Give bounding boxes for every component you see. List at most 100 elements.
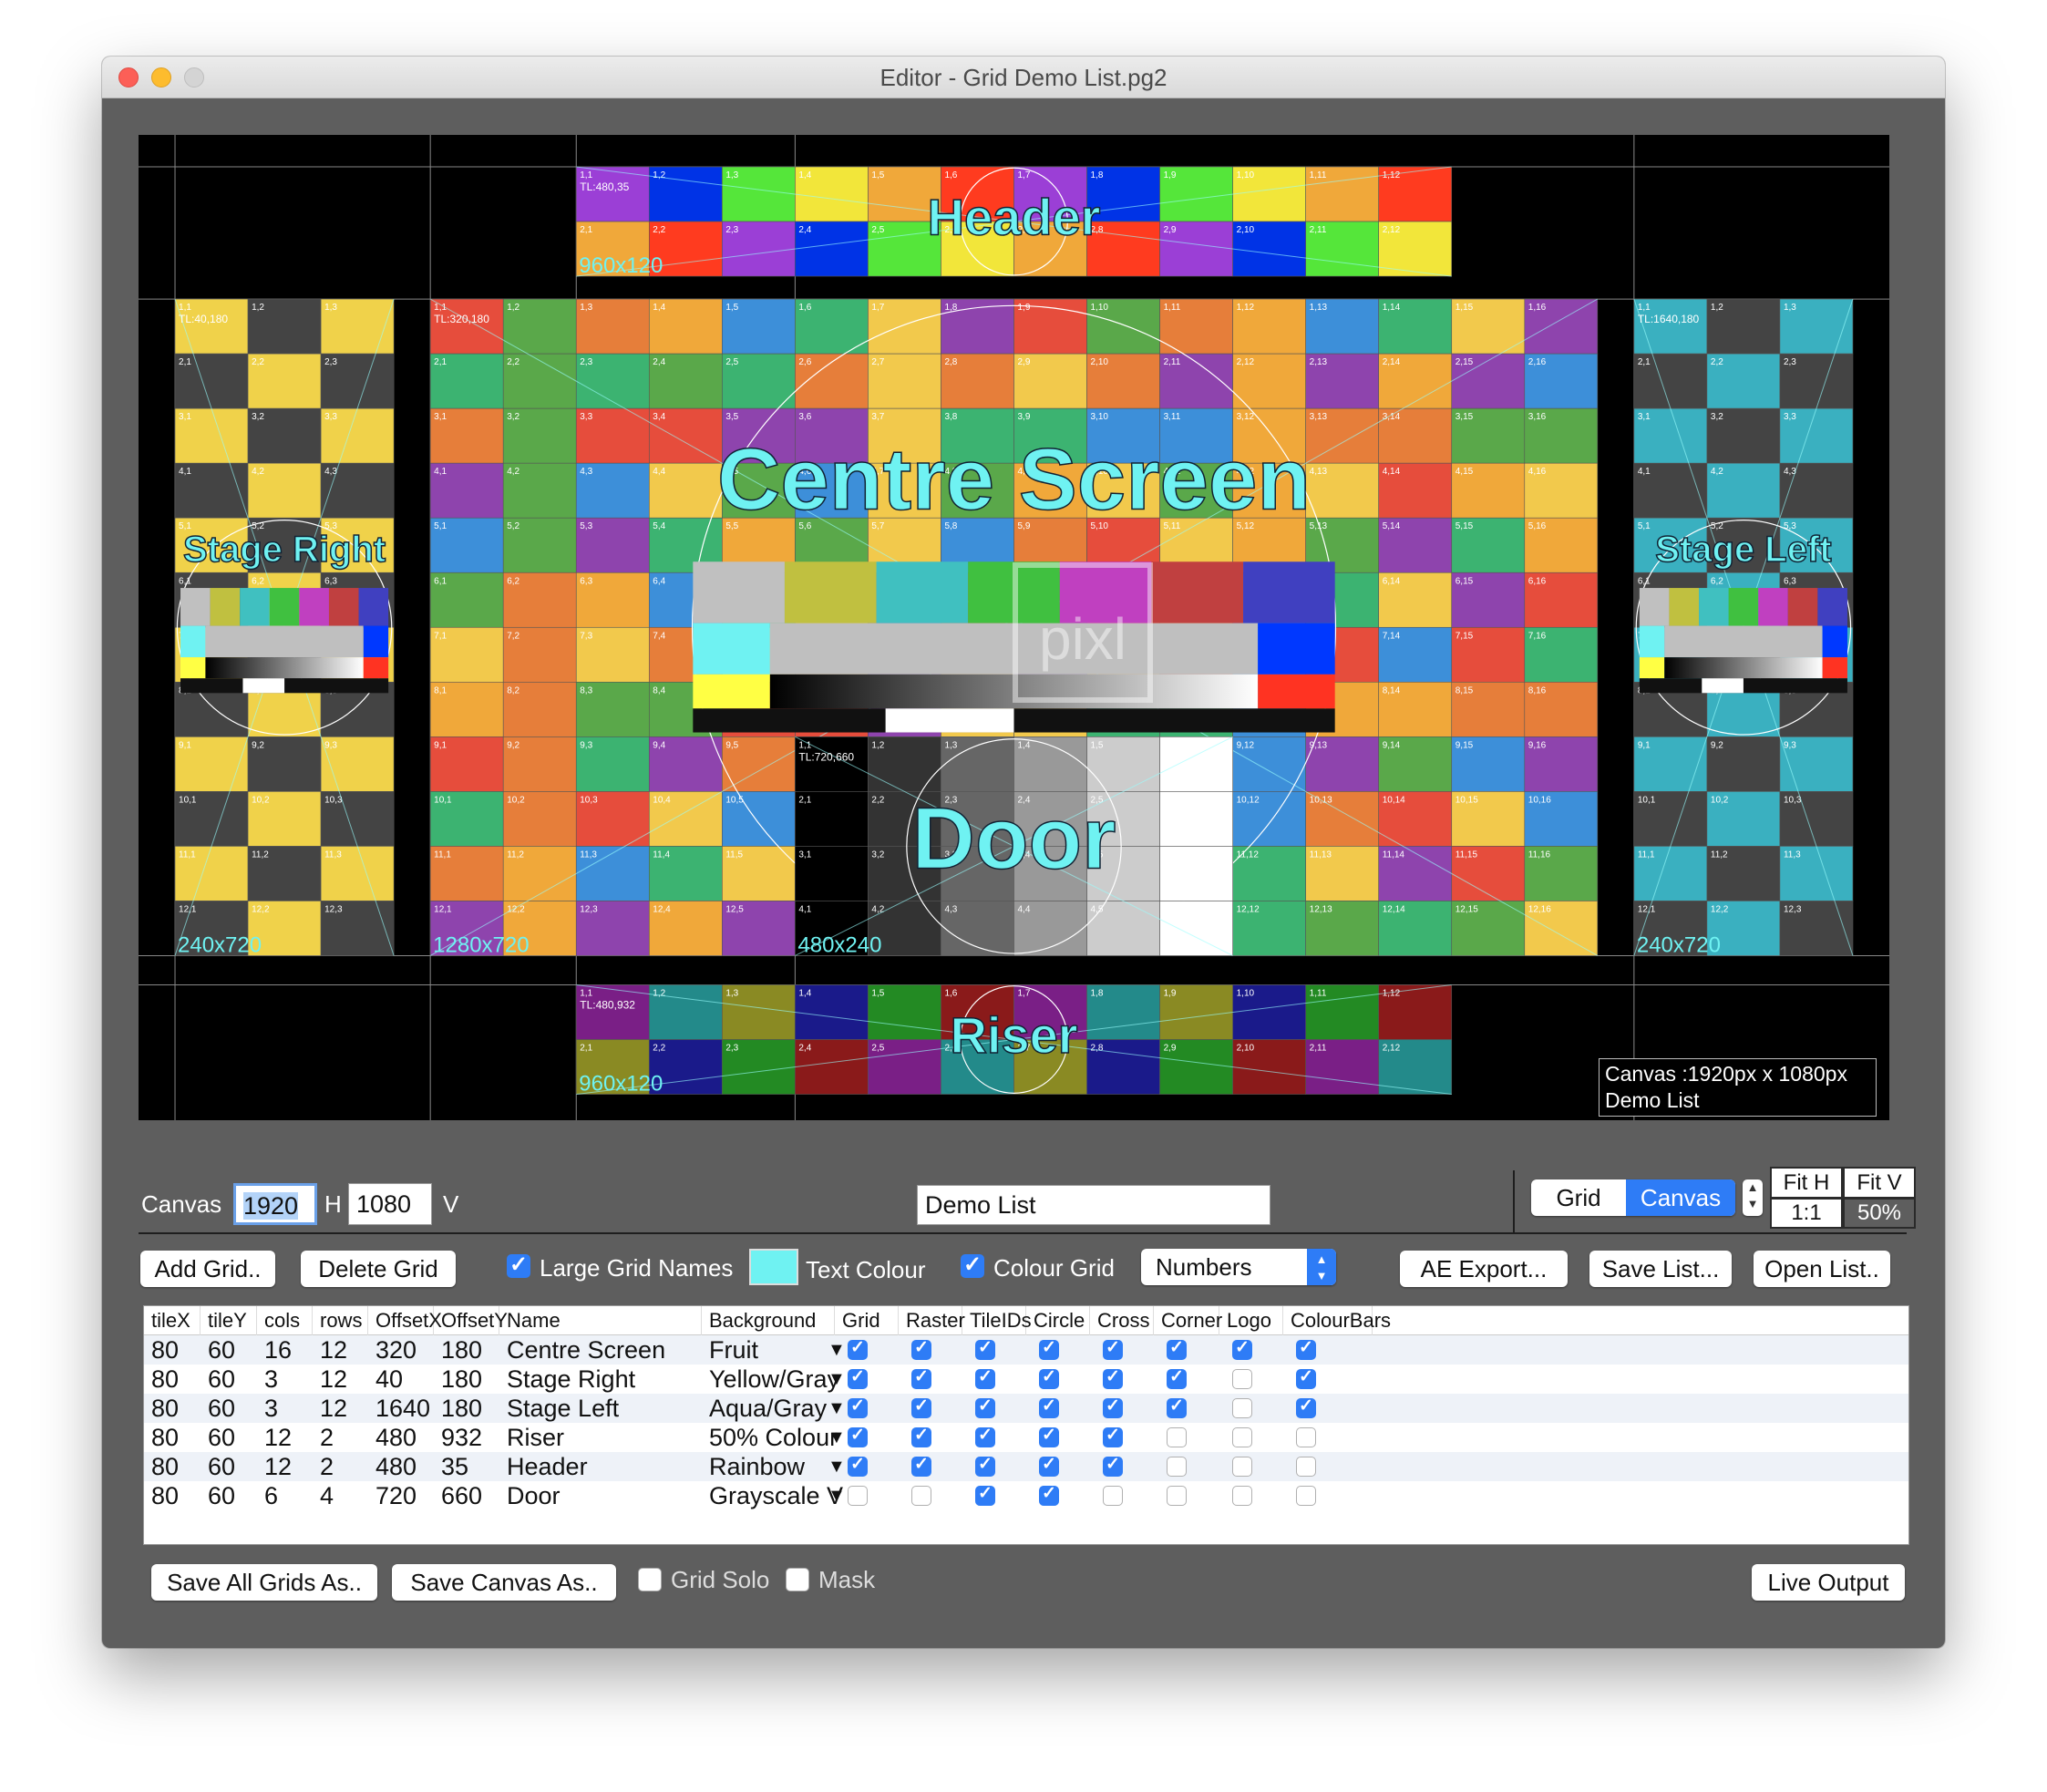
list-name-field[interactable]: Demo List	[917, 1185, 1270, 1225]
checkbox-circle[interactable]	[1039, 1425, 1059, 1447]
checkbox-grid[interactable]	[848, 1337, 868, 1360]
checkbox-raster[interactable]	[911, 1486, 931, 1506]
background-dropdown-icon[interactable]: ▼	[828, 1481, 846, 1510]
checkbox-raster[interactable]	[911, 1395, 931, 1418]
background-dropdown-icon[interactable]: ▼	[828, 1452, 846, 1481]
zoom-1-1-button[interactable]: 1:1	[1772, 1200, 1841, 1227]
checkbox-tileids[interactable]	[975, 1395, 995, 1418]
checkbox-grid[interactable]	[848, 1425, 868, 1447]
mask-checkbox[interactable]	[786, 1568, 809, 1591]
checkbox-logo[interactable]	[1232, 1457, 1252, 1477]
checkbox-cross[interactable]	[1103, 1425, 1123, 1447]
checkbox-colourbars[interactable]	[1296, 1366, 1316, 1389]
checkbox-corner[interactable]	[1167, 1486, 1187, 1506]
seg-canvas[interactable]: Canvas	[1626, 1179, 1735, 1216]
background-dropdown-icon[interactable]: ▼	[828, 1394, 846, 1423]
checkbox-tileids[interactable]	[975, 1425, 995, 1447]
screen-stage-right[interactable]: 1,1 1,2 1,32,1 2,2 2,33,1 3,2 3,34,1 4,2 4,35,1 5…	[174, 298, 395, 957]
column-header-cols[interactable]: cols	[257, 1306, 313, 1335]
checkbox-circle[interactable]	[1039, 1483, 1059, 1506]
checkbox-circle[interactable]	[1039, 1366, 1059, 1389]
column-header-grid[interactable]: Grid	[835, 1306, 899, 1335]
checkbox-tileids[interactable]	[975, 1337, 995, 1360]
save-all-grids-button[interactable]: Save All Grids As..	[151, 1564, 377, 1601]
checkbox-grid[interactable]	[848, 1486, 868, 1506]
canvas-width-field[interactable]: 1920	[233, 1183, 317, 1225]
checkbox-tileids[interactable]	[975, 1454, 995, 1477]
table-row[interactable]: 80 60 6 4 720 660 Door Grayscale V ▼	[144, 1481, 1908, 1510]
checkbox-colourbars[interactable]	[1296, 1427, 1316, 1447]
seg-grid[interactable]: Grid	[1531, 1179, 1626, 1216]
checkbox-raster[interactable]	[911, 1425, 931, 1447]
checkbox-cross[interactable]	[1103, 1395, 1123, 1418]
close-icon[interactable]	[118, 67, 139, 88]
column-header-name[interactable]: Name	[499, 1306, 702, 1335]
table-row[interactable]: 80 60 3 12 40 180 Stage Right Yellow/Gray ▼	[144, 1365, 1908, 1394]
screen-header[interactable]: 1,1 1,2 1,3 1,4 1,5 1,6 1,7 1,8 1,9 1,10 1,11 1,122…	[575, 166, 1453, 278]
checkbox-logo[interactable]	[1232, 1369, 1252, 1389]
stepper-icon[interactable]: ▲ ▼	[1743, 1179, 1763, 1216]
screen-stage-left[interactable]: 1,1 1,2 1,32,1 2,2 2,33,1 3,2 3,34,1 4,2 4,35,1 5…	[1633, 298, 1854, 957]
column-header-logo[interactable]: Logo	[1219, 1306, 1283, 1335]
column-header-rows[interactable]: rows	[313, 1306, 368, 1335]
checkbox-corner[interactable]	[1167, 1427, 1187, 1447]
canvas-height-field[interactable]: 1080	[348, 1183, 432, 1225]
background-dropdown-icon[interactable]: ▼	[828, 1423, 846, 1452]
add-grid-button[interactable]: Add Grid..	[140, 1251, 275, 1287]
checkbox-logo[interactable]	[1232, 1337, 1252, 1360]
checkbox-grid[interactable]	[848, 1454, 868, 1477]
background-dropdown-icon[interactable]: ▼	[828, 1335, 846, 1365]
checkbox-logo[interactable]	[1232, 1398, 1252, 1418]
checkbox-circle[interactable]	[1039, 1337, 1059, 1360]
save-canvas-button[interactable]: Save Canvas As..	[392, 1564, 616, 1601]
minimize-icon[interactable]	[151, 67, 171, 88]
save-list-button[interactable]: Save List...	[1589, 1251, 1732, 1287]
checkbox-cross[interactable]	[1103, 1337, 1123, 1360]
colour-grid-checkbox[interactable]	[961, 1251, 984, 1278]
checkbox-colourbars[interactable]	[1296, 1395, 1316, 1418]
checkbox-corner[interactable]	[1167, 1366, 1187, 1389]
checkbox-raster[interactable]	[911, 1454, 931, 1477]
checkbox-grid[interactable]	[848, 1395, 868, 1418]
fit-h-button[interactable]: Fit H	[1772, 1169, 1841, 1197]
checkbox-corner[interactable]	[1167, 1337, 1187, 1360]
checkbox-tileids[interactable]	[975, 1483, 995, 1506]
screen-door[interactable]: 1,1 1,2 1,3 1,4 1,5 1,62,1 2,2 2,3 2,4 2,5 2,63,1 3…	[795, 736, 1233, 957]
column-header-colourbars[interactable]: ColourBars	[1283, 1306, 1391, 1335]
numbers-dropdown[interactable]: Numbers ▲ ▼	[1141, 1249, 1336, 1285]
checkbox-cross[interactable]	[1103, 1486, 1123, 1506]
checkbox-raster[interactable]	[911, 1366, 931, 1389]
ae-export-button[interactable]: AE Export...	[1400, 1251, 1568, 1287]
column-header-tiley[interactable]: tileY	[201, 1306, 257, 1335]
column-header-offsety[interactable]: OffsetY	[434, 1306, 508, 1335]
text-colour-swatch[interactable]	[749, 1249, 798, 1285]
checkbox-corner[interactable]	[1167, 1457, 1187, 1477]
fit-v-button[interactable]: Fit V	[1845, 1169, 1914, 1197]
canvas-preview[interactable]: 1,1 1,2 1,3 1,4 1,5 1,6 1,7 1,8 1,9 1,10 1,11 1,12 2…	[139, 135, 1889, 1120]
checkbox-logo[interactable]	[1232, 1486, 1252, 1506]
table-row[interactable]: 80 60 12 2 480 932 Riser 50% Colour ▼	[144, 1423, 1908, 1452]
column-header-circle[interactable]: Circle	[1026, 1306, 1090, 1335]
open-list-button[interactable]: Open List..	[1754, 1251, 1890, 1287]
checkbox-raster[interactable]	[911, 1337, 931, 1360]
checkbox-grid[interactable]	[848, 1366, 868, 1389]
live-output-button[interactable]: Live Output	[1752, 1564, 1905, 1601]
column-header-cross[interactable]: Cross	[1090, 1306, 1154, 1335]
checkbox-circle[interactable]	[1039, 1395, 1059, 1418]
checkbox-corner[interactable]	[1167, 1395, 1187, 1418]
checkbox-cross[interactable]	[1103, 1454, 1123, 1477]
checkbox-colourbars[interactable]	[1296, 1486, 1316, 1506]
screen-riser[interactable]: 1,1 1,2 1,3 1,4 1,5 1,6 1,7 1,8 1,9 1,10 1,11 1,122…	[575, 984, 1453, 1097]
checkbox-logo[interactable]	[1232, 1427, 1252, 1447]
checkbox-cross[interactable]	[1103, 1366, 1123, 1389]
large-grid-names-checkbox[interactable]	[507, 1251, 530, 1278]
column-header-tilex[interactable]: tileX	[144, 1306, 201, 1335]
column-header-tileids[interactable]: TileIDs	[962, 1306, 1032, 1335]
delete-grid-button[interactable]: Delete Grid	[301, 1251, 456, 1287]
table-row[interactable]: 80 60 12 2 480 35 Header Rainbow ▼	[144, 1452, 1908, 1481]
column-header-background[interactable]: Background	[702, 1306, 835, 1335]
column-header-offsetx[interactable]: OffsetX	[368, 1306, 442, 1335]
grid-table[interactable]: tileX tileY cols rows OffsetX OffsetY Name Back…	[143, 1305, 1909, 1545]
table-row[interactable]: 80 60 3 12 1640 180 Stage Left Aqua/Gray ▼	[144, 1394, 1908, 1423]
column-header-raster[interactable]: Raster	[899, 1306, 965, 1335]
